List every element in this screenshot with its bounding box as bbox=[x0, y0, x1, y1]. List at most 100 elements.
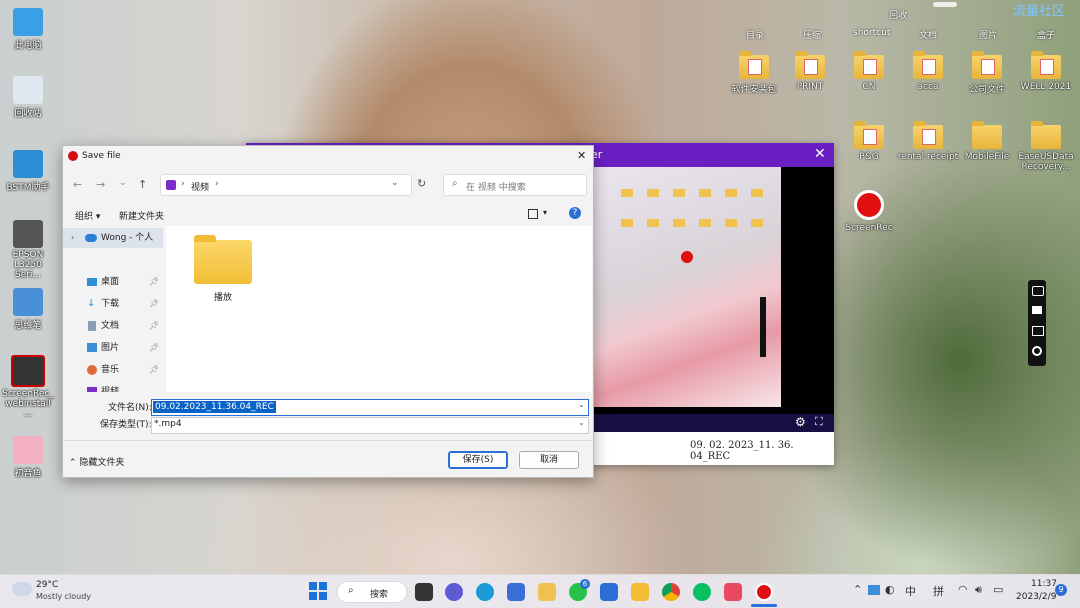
task-view-icon[interactable] bbox=[415, 583, 433, 601]
ime-mode[interactable]: 拼 bbox=[933, 583, 944, 599]
forward-arrow-icon[interactable]: → bbox=[96, 178, 105, 191]
folder-icon bbox=[739, 51, 769, 79]
camera-icon[interactable] bbox=[1032, 286, 1044, 296]
up-arrow-icon[interactable]: ↑ bbox=[138, 178, 147, 191]
pin-icon[interactable]: 📌︎ bbox=[149, 272, 159, 292]
pin-icon[interactable]: 📌︎ bbox=[149, 360, 159, 380]
desktop-icon-book[interactable]: 思维笔 bbox=[0, 288, 56, 331]
search-box[interactable]: ⌕ 在 视频 中搜索 bbox=[443, 174, 587, 196]
folder-item[interactable]: P&G bbox=[838, 121, 900, 162]
save-button[interactable]: 保存(S) bbox=[448, 451, 508, 469]
tree-item-downloads[interactable]: ↓ 下载 📌︎ bbox=[63, 294, 163, 314]
gear-icon[interactable] bbox=[1032, 346, 1042, 356]
chevron-down-icon[interactable]: ⌄ bbox=[119, 178, 127, 188]
folder-item[interactable]: PRINT bbox=[779, 51, 841, 92]
file-item[interactable]: 播放 bbox=[188, 235, 258, 303]
screenrec-taskbar-icon[interactable] bbox=[755, 583, 773, 601]
tab-docs[interactable]: 文档 bbox=[919, 28, 937, 41]
tree-item-music[interactable]: 音乐 📌︎ bbox=[63, 360, 163, 380]
address-dropdown-icon[interactable]: ⌄ bbox=[391, 178, 399, 188]
desktop-icon-bstm[interactable]: BSTM助手 bbox=[0, 150, 56, 193]
refresh-icon[interactable]: ↻ bbox=[417, 177, 426, 190]
desktop-icon-computer[interactable]: 此电脑 bbox=[0, 8, 56, 51]
pin-icon[interactable]: 📌︎ bbox=[149, 294, 159, 314]
clock-time[interactable]: 11:37 bbox=[1031, 579, 1057, 589]
folder-item[interactable]: EaseUSData Recovery... bbox=[1015, 121, 1077, 172]
tray-volume-app-icon[interactable]: ◐ bbox=[885, 583, 895, 596]
folder-item[interactable]: MobileFile bbox=[956, 121, 1018, 162]
folder-item[interactable]: 软件安装包 bbox=[723, 51, 785, 95]
search-placeholder: 在 视频 中搜索 bbox=[466, 183, 526, 193]
help-icon[interactable]: ? bbox=[569, 207, 581, 219]
settings-gear-icon[interactable]: ⚙ bbox=[795, 415, 806, 429]
pin-icon[interactable]: 📌︎ bbox=[149, 316, 159, 336]
tray-app-icon[interactable] bbox=[868, 585, 880, 595]
file-explorer-icon[interactable] bbox=[631, 583, 649, 601]
file-list: 播放 bbox=[166, 226, 592, 392]
heart-app-icon[interactable] bbox=[724, 583, 742, 601]
notification-badge[interactable]: 9 bbox=[1055, 584, 1067, 596]
desktop-icon-screenrec-installer[interactable]: ScreenRec_ webinstall ... bbox=[0, 355, 56, 419]
folder-item[interactable]: acca bbox=[897, 51, 959, 92]
feishu-icon[interactable] bbox=[600, 583, 618, 601]
desktop-icon-recycle-bin[interactable]: 回收站 bbox=[0, 76, 56, 119]
tree-item-onedrive[interactable]: › Wong - 个人 bbox=[63, 228, 163, 248]
desktop-icon-anime[interactable]: 初音鱼 bbox=[0, 436, 56, 479]
filename-input[interactable]: 09.02.2023_11.36.04_REC ⌄ bbox=[151, 399, 589, 416]
weather-temp[interactable]: 29°C bbox=[36, 580, 58, 590]
cancel-button[interactable]: 取消 bbox=[519, 451, 579, 469]
address-bar[interactable]: › 视频 › ⌄ bbox=[160, 174, 412, 196]
chrome-icon[interactable] bbox=[662, 583, 680, 601]
folder-item[interactable]: rental receipt bbox=[897, 121, 959, 162]
breadcrumb-videos[interactable]: 视频 bbox=[191, 180, 209, 193]
video-icon[interactable] bbox=[1032, 306, 1042, 314]
organize-menu[interactable]: 组织 ▾ bbox=[75, 209, 100, 222]
command-bar: 组织 ▾ 新建文件夹 ▾ ? bbox=[63, 204, 593, 226]
view-icon[interactable] bbox=[528, 209, 538, 219]
media-player-icon[interactable] bbox=[538, 583, 556, 601]
fence-handle[interactable] bbox=[933, 2, 957, 7]
video-icon bbox=[87, 387, 97, 392]
save-file-dialog: Save file ✕ ← → ⌄ ↑ › 视频 › ⌄ ↻ ⌕ 在 视频 中搜… bbox=[62, 145, 594, 478]
pin-icon[interactable]: 📌︎ bbox=[149, 338, 159, 358]
folder-item[interactable]: 公司文件 bbox=[956, 51, 1018, 95]
tab-box[interactable]: 盒子 bbox=[1037, 28, 1055, 41]
chevron-down-icon[interactable]: ⌄ bbox=[578, 418, 585, 427]
weather-desc[interactable]: Mostly cloudy bbox=[36, 592, 91, 601]
desktop-icon-printer[interactable]: EPSON L3250 Seri... bbox=[0, 220, 56, 280]
store-icon[interactable] bbox=[507, 583, 525, 601]
edge-browser-icon[interactable] bbox=[476, 583, 494, 601]
volume-icon[interactable]: 🔊︎ bbox=[975, 583, 982, 597]
folder-item[interactable]: WELL 2021 bbox=[1015, 51, 1077, 92]
battery-icon[interactable]: ▭ bbox=[993, 583, 1003, 596]
taskbar-search[interactable]: ⌕ 搜索 bbox=[337, 581, 407, 603]
ime-language[interactable]: 中 bbox=[905, 583, 916, 599]
folder-icon bbox=[972, 51, 1002, 79]
tab-images[interactable]: 图片 bbox=[979, 28, 997, 41]
folder-icon[interactable] bbox=[1032, 326, 1044, 336]
chevron-up-icon[interactable]: ⌃ bbox=[853, 583, 862, 596]
clock-date[interactable]: 2023/2/9 bbox=[1016, 592, 1056, 602]
view-dropdown-icon[interactable]: ▾ bbox=[543, 208, 547, 217]
filetype-select[interactable]: *.mp4 ⌄ bbox=[151, 417, 589, 434]
tree-item-videos[interactable]: 视频 bbox=[63, 382, 163, 392]
tree-item-documents[interactable]: 文档 📌︎ bbox=[63, 316, 163, 336]
folder-item[interactable]: CN bbox=[838, 51, 900, 92]
wechat-icon[interactable] bbox=[693, 583, 711, 601]
tab-zip[interactable]: 压缩 bbox=[803, 28, 821, 41]
back-arrow-icon[interactable]: ← bbox=[73, 178, 82, 191]
tab-dir[interactable]: 目录 bbox=[746, 28, 764, 41]
tab-shortcut[interactable]: shortcut bbox=[853, 28, 890, 38]
new-folder-button[interactable]: 新建文件夹 bbox=[119, 209, 164, 222]
close-icon[interactable]: ✕ bbox=[814, 146, 826, 162]
fullscreen-icon[interactable]: ⛶ bbox=[815, 415, 823, 429]
wifi-icon[interactable]: ◠ bbox=[958, 583, 968, 596]
chevron-down-icon[interactable]: ⌄ bbox=[578, 400, 585, 409]
tree-item-desktop[interactable]: 桌面 📌︎ bbox=[63, 272, 163, 292]
tree-item-pictures[interactable]: 图片 📌︎ bbox=[63, 338, 163, 358]
windows-start-icon[interactable] bbox=[309, 582, 327, 600]
close-icon[interactable]: ✕ bbox=[577, 149, 586, 162]
screenrec-shortcut[interactable]: ScreenRec bbox=[838, 190, 900, 233]
hide-folders-toggle[interactable]: ⌃ 隐藏文件夹 bbox=[69, 455, 124, 468]
chat-icon[interactable] bbox=[445, 583, 463, 601]
